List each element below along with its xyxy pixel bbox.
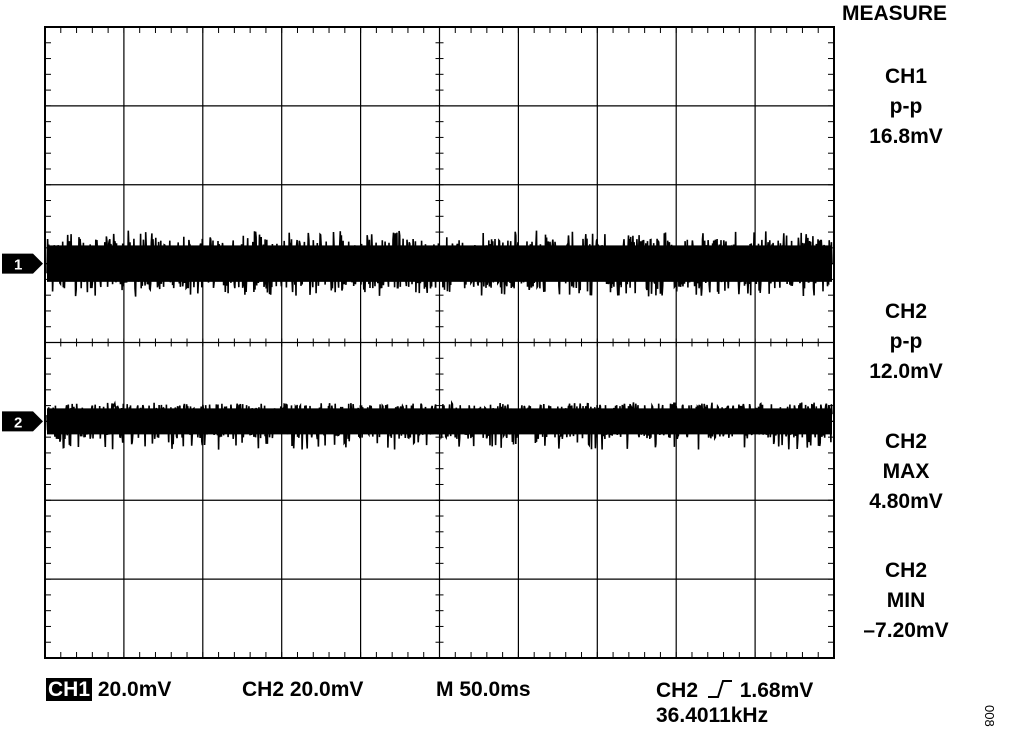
measure-block: CH2 MIN –7.20mV — [842, 556, 970, 646]
measure-line: p-p — [889, 95, 923, 118]
channel-marker-arrow — [2, 253, 43, 274]
rising-edge-icon — [707, 680, 732, 698]
channel-markers: 12 — [2, 253, 43, 432]
ch1-scale: 20.0mV — [97, 678, 172, 701]
measure-line: CH2 — [884, 430, 927, 453]
trigger-source: CH2 — [656, 679, 699, 702]
channel-marker-label: 1 — [14, 257, 22, 274]
measure-line: CH2 — [884, 300, 927, 323]
measure-line: –7.20mV — [863, 619, 949, 642]
measure-block: CH1 p-p 16.8mV — [842, 62, 970, 152]
measure-line: MAX — [882, 460, 930, 483]
graticule — [44, 26, 835, 659]
timebase: M 50.0ms — [436, 678, 531, 701]
ch1-scale-group: CH1 20.0mV — [46, 678, 172, 701]
measure-line: 16.8mV — [869, 125, 943, 148]
channel-marker-1: 1 — [2, 253, 43, 274]
trigger-level: 1.68mV — [739, 679, 814, 702]
measure-line: CH1 — [884, 65, 927, 88]
measure-block: CH2 MAX 4.80mV — [842, 427, 970, 517]
channel-marker-2: 2 — [2, 411, 43, 432]
channel-marker-label: 2 — [14, 414, 22, 431]
measure-line: p-p — [889, 330, 923, 353]
trigger-readout: CH2 1.68mV — [656, 679, 813, 701]
measure-block: CH2 p-p 12.0mV — [842, 297, 970, 387]
frequency-readout: 36.4011kHz — [656, 704, 769, 727]
measure-line: 4.80mV — [869, 490, 943, 513]
figure-number: 008 — [982, 705, 997, 727]
measure-line: 12.0mV — [869, 360, 943, 383]
measure-line: CH2 — [884, 559, 927, 582]
ch2-scale: CH2 20.0mV — [242, 678, 364, 701]
measure-title: MEASURE — [842, 2, 948, 25]
ch1-label: CH1 — [46, 678, 93, 701]
channel-marker-arrow — [2, 411, 43, 432]
measure-line: MIN — [886, 589, 926, 612]
